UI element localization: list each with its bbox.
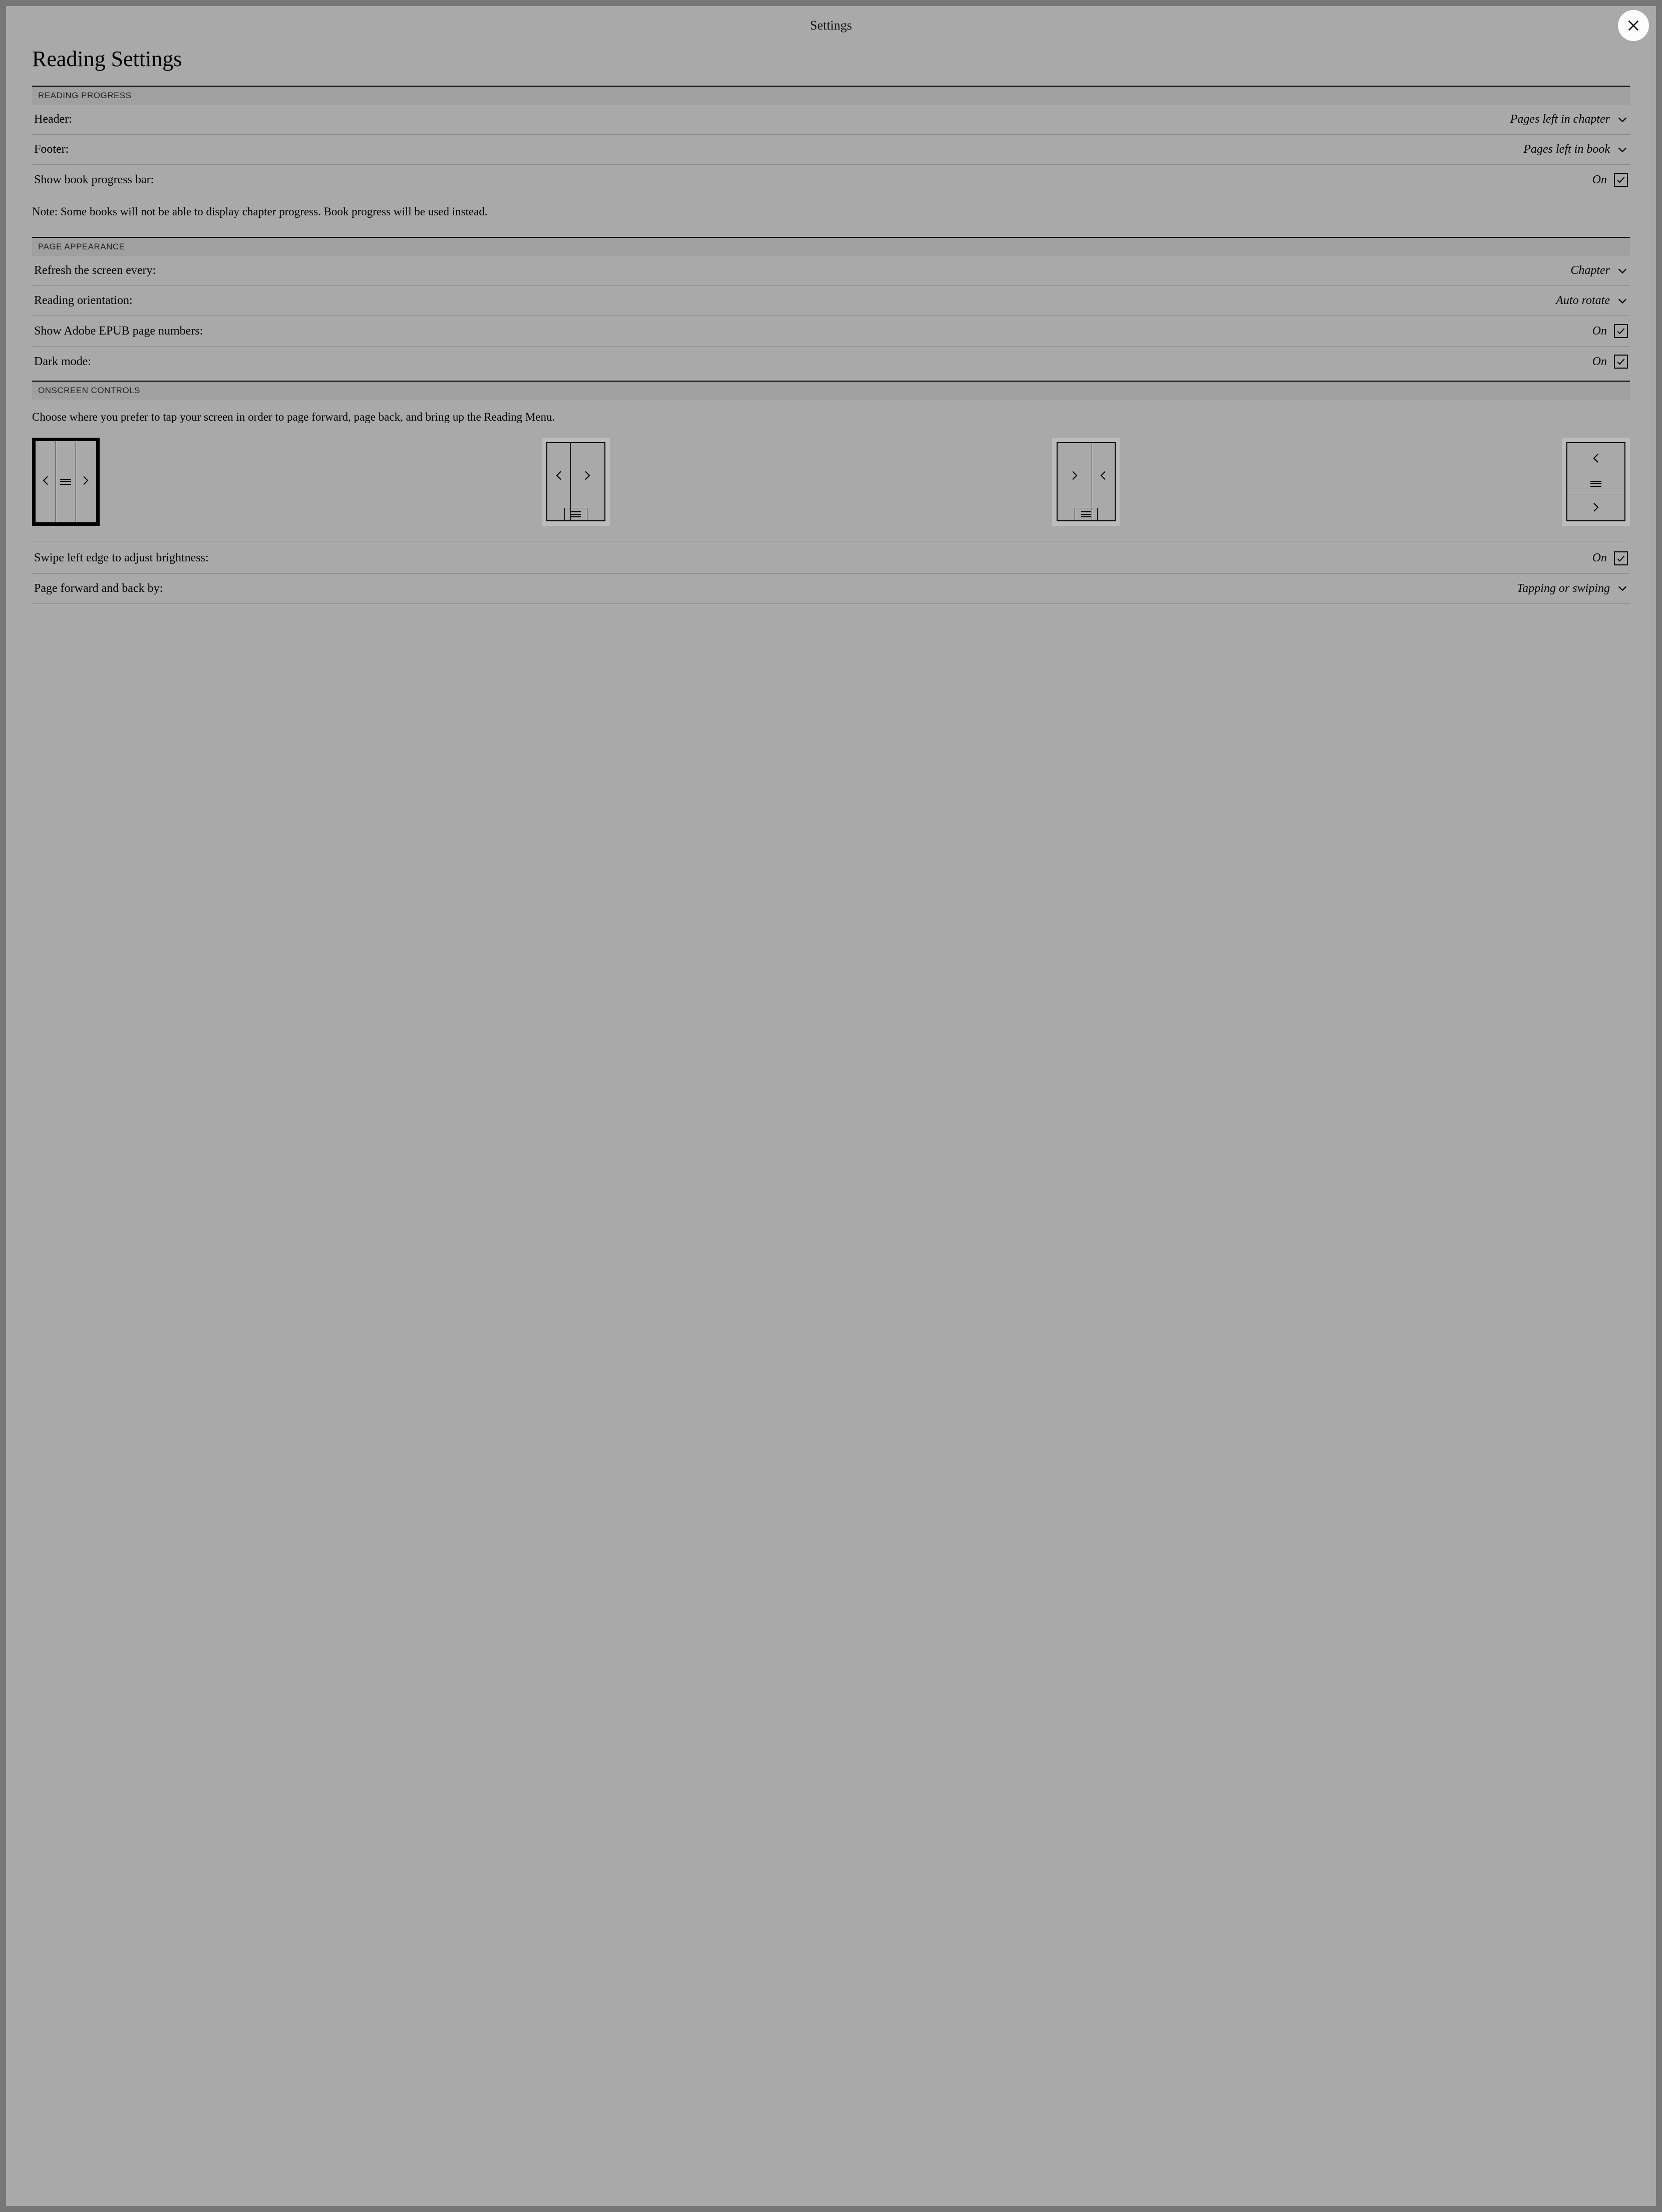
chevron-down-icon [1617,265,1628,276]
menu-icon [60,479,71,485]
row-value: On [1592,325,1607,338]
check-icon [1616,357,1626,367]
row-value: Pages left in book [1523,143,1610,156]
section-header-onscreen-controls: ONSCREEN CONTROLS [32,382,1630,400]
row-label: Header: [34,113,72,126]
row-swipe-brightness[interactable]: Swipe left edge to adjust brightness: On [32,543,1630,574]
section-reading-progress: READING PROGRESS Header: Pages left in c… [32,86,1630,237]
menu-icon [571,511,581,517]
row-label: Refresh the screen every: [34,264,156,277]
row-adobe-page-numbers[interactable]: Show Adobe EPUB page numbers: On [32,316,1630,347]
row-label: Footer: [34,143,69,156]
arrow-left-icon [1099,471,1107,481]
arrow-right-icon [583,471,591,481]
close-button[interactable] [1618,10,1649,41]
row-label: Reading orientation: [34,294,133,307]
row-value: On [1592,355,1607,369]
arrow-left-icon [1592,453,1600,463]
layout-option-3[interactable] [1052,438,1120,526]
chevron-down-icon [1617,114,1628,125]
checkbox[interactable] [1614,551,1628,565]
row-progress-bar[interactable]: Show book progress bar: On [32,165,1630,195]
section-onscreen-controls: ONSCREEN CONTROLS Choose where you prefe… [32,381,1630,603]
layout-options [32,435,1630,541]
menu-icon [1590,481,1601,487]
section-header-page-appearance: PAGE APPEARANCE [32,238,1630,256]
checkbox[interactable] [1614,355,1628,369]
settings-panel: Settings Reading Settings READING PROGRE… [6,6,1656,2206]
row-value: Chapter [1570,264,1610,277]
row-value: Tapping or swiping [1517,582,1610,595]
arrow-left-icon [42,475,50,485]
layout-option-4[interactable] [1562,438,1630,526]
row-label: Swipe left edge to adjust brightness: [34,551,209,565]
page-title: Reading Settings [32,38,1630,86]
row-label: Show book progress bar: [34,173,154,187]
row-footer[interactable]: Footer: Pages left in book [32,135,1630,165]
chevron-down-icon [1617,295,1628,306]
check-icon [1616,553,1626,563]
topbar: Settings [6,6,1656,38]
arrow-right-icon [82,475,90,485]
row-value: On [1592,173,1607,187]
chevron-down-icon [1617,144,1628,155]
row-value: Auto rotate [1556,294,1610,307]
menu-icon [1081,511,1091,517]
row-page-turn[interactable]: Page forward and back by: Tapping or swi… [32,574,1630,604]
arrow-right-icon [1592,502,1600,512]
row-label: Show Adobe EPUB page numbers: [34,325,203,338]
check-icon [1616,175,1626,185]
arrow-right-icon [1071,471,1079,481]
section-page-appearance: PAGE APPEARANCE Refresh the screen every… [32,237,1630,381]
note-text: Note: Some books will not be able to dis… [32,195,1630,237]
row-refresh[interactable]: Refresh the screen every: Chapter [32,256,1630,286]
layout-option-1[interactable] [32,438,100,526]
chevron-down-icon [1617,583,1628,594]
onscreen-description: Choose where you prefer to tap your scre… [32,400,1630,434]
checkbox[interactable] [1614,173,1628,187]
row-value: Pages left in chapter [1510,113,1610,126]
topbar-title: Settings [810,18,852,33]
row-label: Page forward and back by: [34,582,163,595]
layout-option-2[interactable] [542,438,610,526]
section-header-reading-progress: READING PROGRESS [32,87,1630,105]
row-label: Dark mode: [34,355,91,369]
row-header[interactable]: Header: Pages left in chapter [32,105,1630,135]
close-icon [1626,19,1640,33]
row-dark-mode[interactable]: Dark mode: On [32,347,1630,377]
arrow-left-icon [555,471,563,481]
checkbox[interactable] [1614,324,1628,338]
check-icon [1616,326,1626,336]
row-value: On [1592,551,1607,565]
row-orientation[interactable]: Reading orientation: Auto rotate [32,286,1630,316]
